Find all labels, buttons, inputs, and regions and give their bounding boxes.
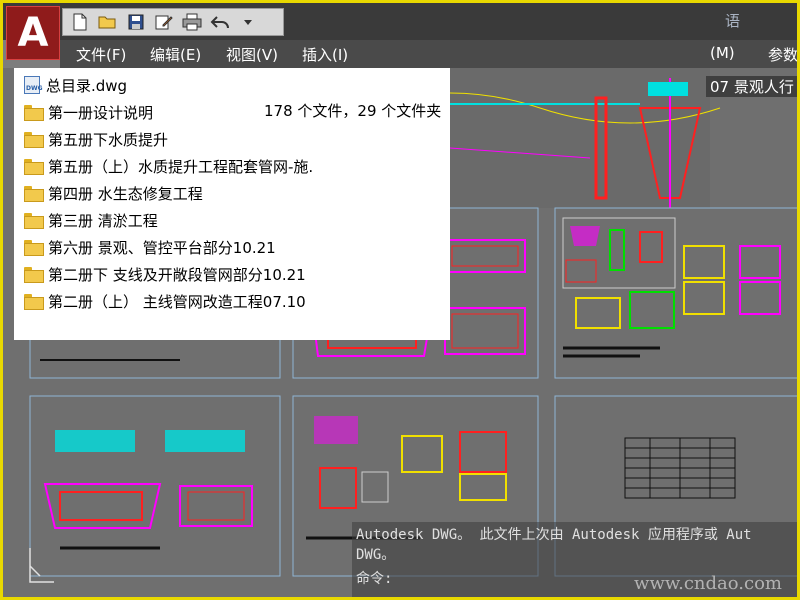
folder-icon	[24, 294, 44, 310]
menu-edit[interactable]: 编辑(E)	[150, 44, 201, 65]
menu-insert[interactable]: 插入(I)	[302, 44, 348, 65]
app-menu-button[interactable]: A	[6, 6, 60, 60]
folder-icon	[24, 105, 44, 121]
folder-icon	[24, 186, 44, 202]
menu-view[interactable]: 视图(V)	[226, 44, 278, 65]
dropdown-icon[interactable]	[237, 12, 259, 32]
list-item[interactable]: 第五册（上）水质提升工程配套管网-施.	[24, 155, 313, 177]
file-count-summary: 178 个文件，29 个文件夹	[264, 102, 442, 120]
command-history-line-1: Autodesk DWG。 此文件上次由 Autodesk 应用程序或 Aut	[356, 527, 752, 543]
saveas-icon[interactable]	[153, 12, 175, 32]
folder-name: 第六册 景观、管控平台部分10.21	[48, 238, 276, 257]
quick-access-toolbar	[62, 8, 284, 36]
drawing-tab-title[interactable]: 07 景观人行	[706, 76, 798, 97]
menu-parameters[interactable]: 参数	[768, 44, 798, 65]
command-history-line-2: DWG。	[356, 547, 396, 563]
command-window: Autodesk DWG。 此文件上次由 Autodesk 应用程序或 Aut …	[352, 522, 800, 600]
undo-icon[interactable]	[209, 12, 231, 32]
open-icon[interactable]	[97, 12, 119, 32]
file-name: 总目录.dwg	[46, 76, 128, 95]
folder-name: 第二册（上） 主线管网改造工程07.10	[48, 292, 306, 311]
list-item[interactable]: 第二册下 支线及开敞段管网部分10.21	[24, 263, 306, 285]
list-item[interactable]: DWG 总目录.dwg	[24, 74, 127, 96]
command-prompt[interactable]: 命令:	[356, 568, 392, 588]
dwg-file-icon: DWG	[24, 76, 43, 94]
print-icon[interactable]	[181, 12, 203, 32]
folder-name: 第五册下水质提升	[48, 130, 169, 149]
file-list-popup: DWG 总目录.dwg 178 个文件，29 个文件夹 第一册设计说明 第五册下…	[14, 68, 450, 340]
folder-name: 第一册设计说明	[48, 103, 154, 122]
list-item[interactable]: 第二册（上） 主线管网改造工程07.10	[24, 290, 306, 312]
list-item[interactable]: 第五册下水质提升	[24, 128, 168, 150]
folder-icon	[24, 132, 44, 148]
new-icon[interactable]	[69, 12, 91, 32]
folder-icon	[24, 240, 44, 256]
save-icon[interactable]	[125, 12, 147, 32]
list-item[interactable]: 第六册 景观、管控平台部分10.21	[24, 236, 276, 258]
watermark: www.cndao.com	[634, 573, 782, 594]
list-item[interactable]: 第一册设计说明	[24, 101, 153, 123]
folder-icon	[24, 213, 44, 229]
menu-bar: 文件(F) 编辑(E) 视图(V) 插入(I) (M) 参数	[60, 40, 800, 68]
ucs-icon	[29, 548, 54, 583]
folder-icon	[24, 159, 44, 175]
folder-icon	[24, 267, 44, 283]
menu-file[interactable]: 文件(F)	[76, 44, 126, 65]
folder-name: 第四册 水生态修复工程	[48, 184, 203, 203]
window-title: 语	[724, 12, 740, 30]
folder-name: 第五册（上）水质提升工程配套管网-施.	[48, 157, 314, 176]
menu-modify[interactable]: (M)	[710, 44, 735, 62]
folder-name: 第二册下 支线及开敞段管网部分10.21	[48, 265, 306, 284]
list-item[interactable]: 第四册 水生态修复工程	[24, 182, 203, 204]
folder-name: 第三册 清淤工程	[48, 211, 158, 230]
list-item[interactable]: 第三册 清淤工程	[24, 209, 158, 231]
